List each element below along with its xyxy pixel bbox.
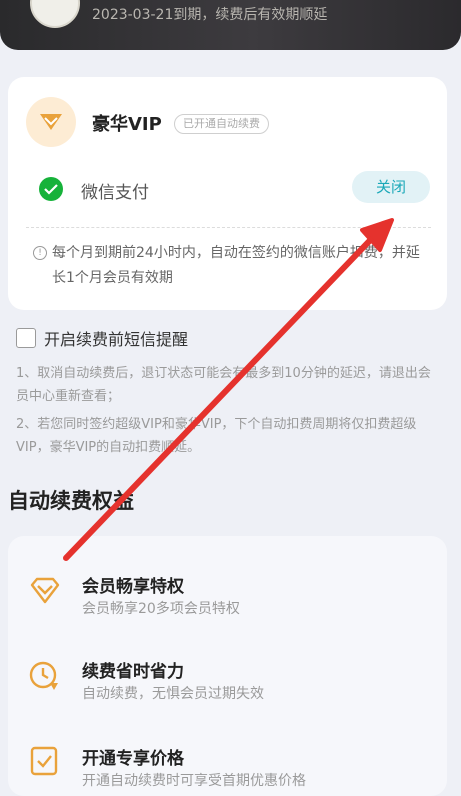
benefits-section-title: 自动续费权益 <box>8 489 134 513</box>
benefit-title: 会员畅享特权 <box>82 577 184 597</box>
benefit-desc: 开通自动续费时可享受首期优惠价格 <box>82 773 306 789</box>
vip-title: 豪华VIP <box>92 114 162 135</box>
sms-reminder-checkbox[interactable] <box>16 328 36 348</box>
benefit-desc: 自动续费，无惧会员过期失效 <box>82 686 264 702</box>
benefit-desc: 会员畅享20多项会员特权 <box>82 601 240 617</box>
note-2: 2、若您同时签约超级VIP和豪华VIP，下个自动扣费周期将仅扣费超级VIP，豪华… <box>16 417 417 455</box>
auto-renew-badge: 已开通自动续费 <box>174 114 269 134</box>
expire-date-text: 2023-03-21到期，续费后有效期顺延 <box>92 7 328 23</box>
benefit-title: 续费省时省力 <box>82 662 184 682</box>
clock-icon <box>28 659 62 693</box>
wechat-pay-icon <box>39 177 63 201</box>
subscription-card: 豪华VIP 已开通自动续费 微信支付 关闭 ! 每个月到期前24小时内，自动在签… <box>8 77 447 310</box>
avatar[interactable] <box>30 0 80 28</box>
info-icon: ! <box>33 246 47 260</box>
check-tag-icon <box>28 744 62 778</box>
benefit-title: 开通专享价格 <box>82 749 184 769</box>
close-auto-renew-button[interactable]: 关闭 <box>352 171 430 203</box>
renew-info-text: 每个月到期前24小时内，自动在签约的微信账户扣费，并延长1个月会员有效期 <box>52 245 420 286</box>
member-header: 2023-03-21到期，续费后有效期顺延 <box>0 0 461 50</box>
sms-reminder-label[interactable]: 开启续费前短信提醒 <box>44 326 188 350</box>
divider <box>26 227 431 228</box>
vip-crown-icon <box>26 97 76 147</box>
note-1: 1、取消自动续费后，退订状态可能会有最多到10分钟的延迟，请退出会员中心重新查看… <box>16 366 431 404</box>
payment-method-label: 微信支付 <box>81 183 149 203</box>
diamond-icon <box>28 574 62 608</box>
benefits-list: 会员畅享特权 会员畅享20多项会员特权 续费省时省力 自动续费，无惧会员过期失效… <box>8 536 447 796</box>
